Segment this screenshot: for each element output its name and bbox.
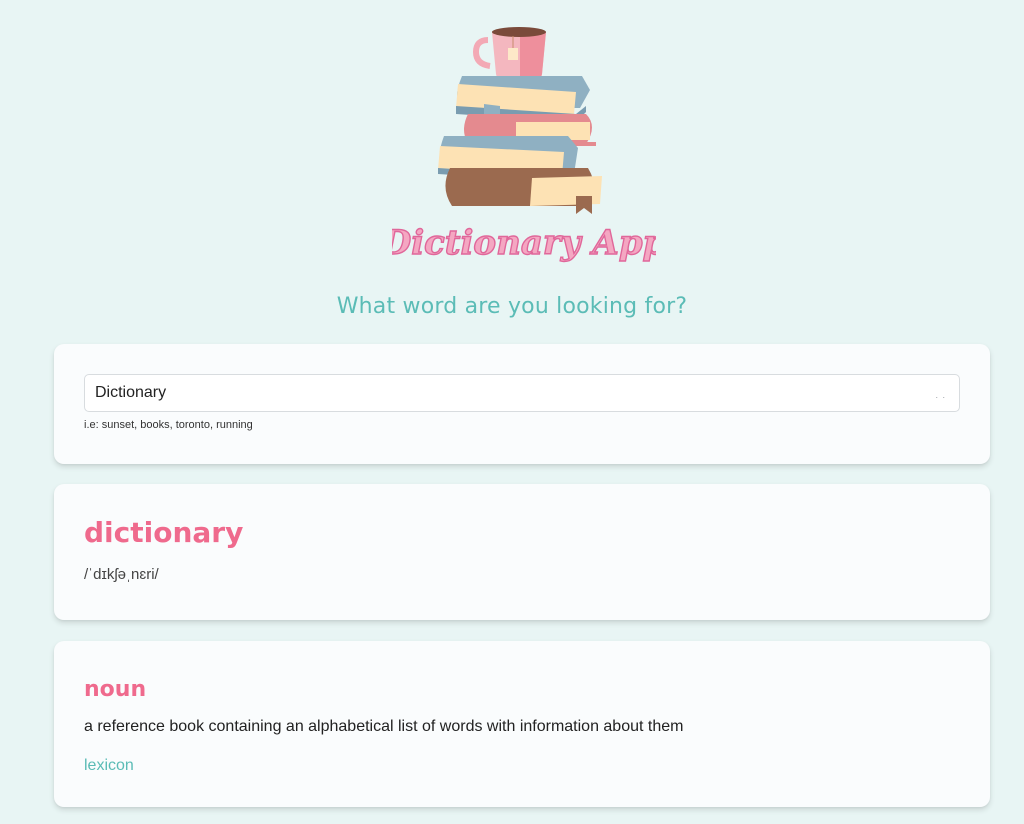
phonetic: /ˈdɪkʃəˌnɛri/ [84,566,159,583]
search-indicator: . . [935,390,946,400]
headword: dictionary [84,516,244,549]
synonym-link[interactable]: lexicon [84,757,134,775]
word-card: dictionary /ˈdɪkʃəˌnɛri/ [54,484,990,620]
definition: a reference book containing an alphabeti… [84,718,684,735]
page-prompt: What word are you looking for? [336,294,688,319]
app-logo: Dictionary App [0,18,1024,278]
meaning-card: noun a reference book containing an alph… [54,641,990,807]
search-hint: i.e: sunset, books, toronto, running [84,419,253,431]
part-of-speech: noun [84,677,147,702]
mug-icon [472,27,546,84]
search-input[interactable] [84,374,960,412]
books-and-mug-logo-icon: Dictionary App [392,27,656,264]
search-card: . . i.e: sunset, books, toronto, running [54,344,990,464]
book-icon [445,168,602,214]
logo-title: Dictionary App [392,223,656,263]
